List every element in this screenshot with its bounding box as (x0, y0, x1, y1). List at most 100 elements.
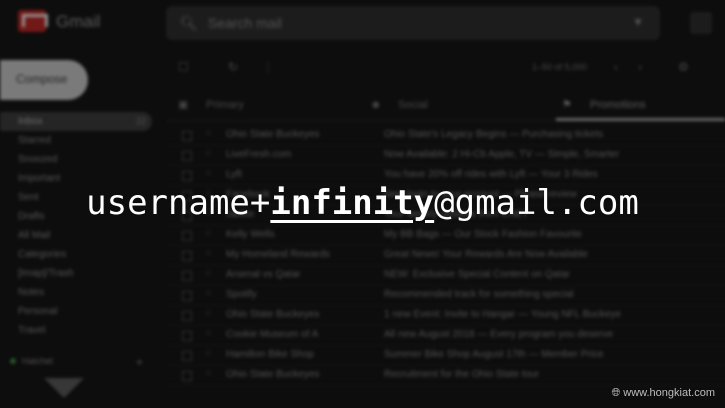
email-sender: Cookie Museum of A (226, 329, 319, 340)
star-icon[interactable]: ☆ (204, 328, 213, 339)
more-icon[interactable]: ⋮ (262, 60, 274, 74)
watermark: 🌐︎ www.hongkiat.com (611, 387, 715, 400)
tab-social-icon: ☻ (370, 99, 382, 111)
star-icon[interactable]: ☆ (204, 128, 213, 139)
globe-icon: 🌐︎ (611, 387, 621, 399)
compose-button[interactable]: Compose (0, 60, 88, 100)
search-bar[interactable]: 🔍︎ Search mail ▼ (166, 6, 660, 40)
add-icon[interactable]: + (136, 355, 143, 369)
email-subject: Recruitment for the Ohio State tour (384, 369, 540, 380)
table-row[interactable]: ☆ Ohio State Buckeyes Recruitment for the … (166, 366, 725, 386)
row-checkbox[interactable] (182, 271, 192, 281)
table-row[interactable]: ☆ Ohio State Buckeyes 1 new Event: Invite … (166, 306, 725, 326)
sidebar-item-all-mail[interactable]: All Mail (0, 226, 160, 245)
email-sender: Hamilton Bike Shop (226, 349, 314, 360)
row-checkbox[interactable] (182, 351, 192, 361)
row-checkbox[interactable] (182, 291, 192, 301)
email-subject: Ohio State's Legacy Begins — Purchasing … (384, 129, 604, 140)
sidebar: Inbox 22 Starred Snoozed Important Sent D… (0, 112, 160, 340)
mail-toolbar: ☐ ↻ ⋮ 1–50 of 5,000 ‹ › ⚙ (172, 58, 725, 80)
email-address-headline: username+infinity@gmail.com (0, 183, 725, 223)
email-subject: Now Available: 2 Hi-Cb Apple, TV — Simpl… (384, 149, 620, 160)
table-row[interactable]: ☆ Cookie Museum of A All new August 2018 —… (166, 326, 725, 346)
sidebar-item-travel[interactable]: Travel (0, 321, 160, 340)
prev-page-icon[interactable]: ‹ (614, 60, 618, 74)
star-icon[interactable]: ☆ (204, 348, 213, 359)
sidebar-item-categories[interactable]: Categories (0, 245, 160, 264)
star-icon[interactable]: ☆ (204, 168, 213, 179)
email-subject: Summer Bike Shop August 17th — Member Pr… (384, 349, 604, 360)
pagination-text: 1–50 of 5,000 (532, 62, 588, 72)
expand-arrow-icon[interactable] (44, 378, 84, 398)
active-tab-indicator (556, 118, 725, 121)
table-row[interactable]: ☆ Kelly Wells My BB Bags — Our Stock Fashi… (166, 226, 725, 246)
table-row[interactable]: ☆ Spotify Recommended track for something … (166, 286, 725, 306)
tab-primary[interactable]: Primary (206, 90, 244, 120)
row-checkbox[interactable] (182, 151, 192, 161)
email-subject: My BB Bags — Our Stock Fashion Favourite (384, 229, 582, 240)
hangouts-user[interactable]: Hatchet (10, 356, 53, 366)
row-checkbox[interactable] (182, 171, 192, 181)
email-subject: 1 new Event: Invite to Hangar — Young NF… (384, 309, 621, 320)
star-icon[interactable]: ☆ (204, 228, 213, 239)
sidebar-item-trash[interactable]: [Imap]/Trash (0, 264, 160, 283)
email-sender: Spotify (226, 289, 257, 300)
row-checkbox[interactable] (182, 311, 192, 321)
email-sender: Kelly Wells (226, 229, 275, 240)
email-sender: Ohio State Buckeyes (226, 369, 320, 380)
sidebar-item-starred[interactable]: Starred (0, 131, 160, 150)
row-checkbox[interactable] (182, 231, 192, 241)
table-row[interactable]: ☆ LiveFresh.com Now Available: 2 Hi-Cb App… (166, 146, 725, 166)
star-icon[interactable]: ☆ (204, 268, 213, 279)
table-row[interactable]: ☆ My Homeland Rewards Great News! Your Rew… (166, 246, 725, 266)
search-options-icon[interactable]: ▼ (632, 15, 644, 29)
row-checkbox[interactable] (182, 131, 192, 141)
watermark-text: www.hongkiat.com (623, 387, 715, 399)
headline-suffix: @gmail.com (434, 183, 639, 223)
sidebar-item-snoozed[interactable]: Snoozed (0, 150, 160, 169)
star-icon[interactable]: ☆ (204, 148, 213, 159)
search-icon[interactable]: 🔍︎ (180, 15, 198, 32)
star-icon[interactable]: ☆ (204, 368, 213, 379)
sidebar-item-personal[interactable]: Personal (0, 302, 160, 321)
select-all-checkbox[interactable]: ☐ (178, 60, 189, 74)
email-subject: Recommended track for something special (384, 289, 574, 300)
email-subject: Great News! Your Rewards Are Now Availab… (384, 249, 588, 260)
search-input[interactable]: Search mail (208, 15, 282, 31)
sidebar-item-notes[interactable]: Notes (0, 283, 160, 302)
row-checkbox[interactable] (182, 371, 192, 381)
star-icon[interactable]: ☆ (204, 288, 213, 299)
tab-social[interactable]: Social (398, 90, 428, 120)
headline-highlight: infinity (270, 183, 435, 223)
email-subject: You have 20% off rides with Lyft — Your … (384, 169, 598, 180)
star-icon[interactable]: ☆ (204, 248, 213, 259)
email-subject: All new August 2018 — Every program you … (384, 329, 614, 340)
email-sender: Lyft (226, 169, 242, 180)
apps-icon[interactable] (690, 12, 712, 34)
email-list: ☆ Ohio State Buckeyes Ohio State's Legacy … (166, 126, 725, 386)
star-icon[interactable]: ☆ (204, 308, 213, 319)
headline-prefix: username+ (86, 183, 271, 223)
app-name: Gmail (56, 12, 101, 31)
table-row[interactable]: ☆ Hamilton Bike Shop Summer Bike Shop Augu… (166, 346, 725, 366)
sidebar-item-inbox[interactable]: Inbox 22 (0, 112, 152, 131)
row-checkbox[interactable] (182, 251, 192, 261)
tab-primary-icon: ▣ (178, 99, 189, 111)
compose-label: Compose (16, 72, 68, 86)
email-sender: LiveFresh.com (226, 149, 292, 160)
table-row[interactable]: ☆ Ohio State Buckeyes Ohio State's Legacy … (166, 126, 725, 146)
email-sender: Arsenal vs Qatar (226, 269, 301, 280)
settings-icon[interactable]: ⚙ (678, 60, 689, 74)
email-sender: Ohio State Buckeyes (226, 309, 320, 320)
refresh-icon[interactable]: ↻ (228, 60, 238, 74)
tab-promotions[interactable]: Promotions (590, 90, 646, 120)
top-bar: Gmail 🔍︎ Search mail ▼ (0, 0, 725, 46)
email-subject: NEW: Exclusive Special Content on Qatar (384, 269, 571, 280)
category-tabs: ▣ Primary ☻ Social ⚑ Promotions (166, 90, 725, 121)
email-sender: My Homeland Rewards (226, 249, 330, 260)
gmail-logo[interactable] (18, 10, 46, 32)
email-sender: Ohio State Buckeyes (226, 129, 320, 140)
table-row[interactable]: ☆ Arsenal vs Qatar NEW: Exclusive Special … (166, 266, 725, 286)
row-checkbox[interactable] (182, 331, 192, 341)
next-page-icon[interactable]: › (638, 60, 642, 74)
